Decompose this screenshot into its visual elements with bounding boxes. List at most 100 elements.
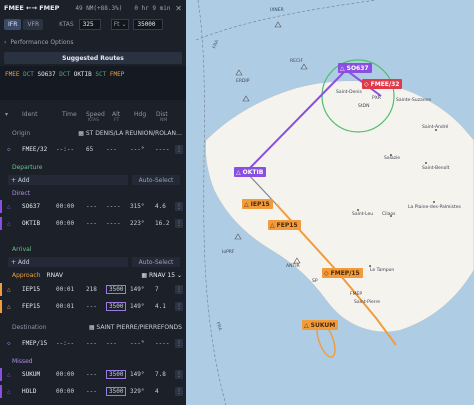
missed-section-header: Missed xyxy=(12,358,33,365)
town-label-plaine: La Plaine-des-Palmistes xyxy=(408,205,461,210)
leg-time: 00:01 xyxy=(56,286,75,293)
leg-row[interactable]: △ IEP15 00:01 218 3500 149° 7 ⋮ xyxy=(0,283,186,296)
distance-info: 49 NM(+88.3%) xyxy=(75,4,123,12)
waypoint-icon: △ xyxy=(340,64,345,72)
row-menu-icon[interactable]: ⋮ xyxy=(175,202,183,211)
performance-options-label: Performance Options xyxy=(10,38,74,46)
town-dot xyxy=(433,201,435,203)
col-speed-unit: KTAS xyxy=(88,118,99,123)
row-menu-icon[interactable]: ⋮ xyxy=(175,145,183,154)
leg-dist: 4 xyxy=(155,388,159,395)
leg-color-bar xyxy=(0,217,2,230)
leg-hdg: 223° xyxy=(130,220,145,227)
town-label-stdenis: Saint-Denis xyxy=(336,90,362,95)
map-tag-fmep[interactable]: ◇ FMEP/15 xyxy=(322,268,363,278)
row-menu-icon[interactable]: ⋮ xyxy=(175,387,183,396)
origin-leg-row[interactable]: ◇ FMEE/32 --:-- 65 --- ---° ---- ⋮ xyxy=(0,143,186,156)
route-kw3: SCT xyxy=(95,71,107,78)
flight-plan-panel: FMEE ←→ FMEP 49 NM(+88.3%) 0 hr 9 min ✕ … xyxy=(0,0,186,405)
vfr-toggle[interactable]: VFR xyxy=(23,18,44,30)
map-tag-oktib[interactable]: △ OKTIB xyxy=(234,167,267,177)
arrival-autoselect-button[interactable]: Auto-Select xyxy=(132,257,180,267)
origin-section-header[interactable]: Origin ▦ ST DENIS/LA REUNION/ROLAN… xyxy=(0,128,186,139)
row-menu-icon[interactable]: ⋮ xyxy=(175,370,183,379)
ktas-input[interactable]: 325 xyxy=(78,18,101,30)
map-tag-fmee[interactable]: ◇ FMEE/32 xyxy=(362,79,403,89)
departure-autoselect-button[interactable]: Auto-Select xyxy=(132,175,180,185)
destination-section-header[interactable]: Destination ▦ SAINT PIERRE/PIERREFONDS xyxy=(0,322,186,333)
row-menu-icon[interactable]: ⋮ xyxy=(175,285,183,294)
approach-procedure[interactable]: ▦ RNAV 15 ⌄ xyxy=(141,272,182,279)
route-string[interactable]: FMEE DCT SO637 DCT OKTIB SCT FMEP xyxy=(0,66,186,100)
leg-alt: 3500 xyxy=(106,387,127,396)
airport-diamond-icon: ◇ xyxy=(324,269,329,277)
leg-ident: SO637 xyxy=(22,203,41,210)
leg-dist: 7 xyxy=(155,286,159,293)
ifr-toggle[interactable]: IFR xyxy=(4,18,22,30)
map-tag-iep15[interactable]: △ IEP15 xyxy=(242,199,273,209)
leg-time: 00:00 xyxy=(56,371,75,378)
panel-header: FMEE ←→ FMEP 49 NM(+88.3%) 0 hr 9 min ✕ xyxy=(0,0,186,16)
departure-add-button[interactable]: + Add xyxy=(8,175,128,185)
waypoint-icon: △ xyxy=(7,388,11,395)
waypoint-icon: △ xyxy=(7,286,11,293)
town-label-standre: Saint-André xyxy=(422,125,449,130)
close-icon[interactable]: ✕ xyxy=(175,4,182,13)
navaid-label-sp: SP xyxy=(312,279,318,284)
leg-alt: ---- xyxy=(106,220,121,227)
leg-ident: HOLD xyxy=(22,388,37,395)
leg-row[interactable]: △ SUKUM 00:00 --- 3500 149° 7.8 ⋮ xyxy=(0,368,186,381)
waypoint-marker xyxy=(242,95,250,102)
approach-section-header[interactable]: Approach RNAV ▦ RNAV 15 ⌄ xyxy=(0,270,186,281)
leg-row[interactable]: △ FEP15 00:01 --- 3500 149° 4.1 ⋮ xyxy=(0,300,186,313)
performance-options-toggle[interactable]: › Performance Options xyxy=(0,37,186,47)
waypoint-marker xyxy=(274,21,282,28)
map-view[interactable]: △ SO637 ◇ FMEE/32 △ OKTIB △ IEP15 △ FEP15 ◇ FM… xyxy=(186,0,474,405)
waypoint-icon: △ xyxy=(7,203,11,210)
approach-label: Approach xyxy=(12,272,41,279)
map-tag-sukum[interactable]: △ SUKUM xyxy=(302,320,339,330)
town-label-salazie: Salazie xyxy=(384,156,401,161)
leg-time: 00:00 xyxy=(56,220,75,227)
route-kw1: DCT xyxy=(23,71,34,78)
row-menu-icon[interactable]: ⋮ xyxy=(175,339,183,348)
leg-row[interactable]: △ HOLD 00:00 --- 3500 329° 4 ⋮ xyxy=(0,385,186,398)
waypoint-marker xyxy=(300,63,308,70)
suggested-routes-button[interactable]: Suggested Routes xyxy=(4,52,182,64)
town-dot xyxy=(357,209,359,211)
destination-leg-row[interactable]: ◇ FMEP/15 --:-- --- --- ---° ---- ⋮ xyxy=(0,337,186,350)
map-tag-fep15[interactable]: △ FEP15 xyxy=(268,220,301,230)
arrival-add-button[interactable]: + Add xyxy=(8,257,128,267)
waypoint-label-ioprf: IoPRF xyxy=(222,250,235,255)
town-dot xyxy=(425,162,427,164)
col-ident: Ident xyxy=(22,111,38,118)
leg-hdg: 149° xyxy=(130,286,145,293)
leg-alt: ---- xyxy=(106,203,121,210)
collapse-all-icon[interactable]: ▾ xyxy=(5,111,8,118)
map-canvas xyxy=(195,0,474,405)
leg-color-bar xyxy=(0,283,2,296)
leg-dist: 16.2 xyxy=(155,220,170,227)
leg-alt: 3500 xyxy=(106,285,127,294)
leg-alt: 3500 xyxy=(106,370,127,379)
leg-row[interactable]: △ OKTIB 00:00 --- ---- 223° 16.2 ⋮ xyxy=(0,217,186,230)
leg-time: 00:00 xyxy=(56,388,75,395)
row-menu-icon[interactable]: ⋮ xyxy=(175,302,183,311)
airport-diamond-icon: ◇ xyxy=(7,340,11,347)
row-menu-icon[interactable]: ⋮ xyxy=(175,219,183,228)
route-title: FMEE ←→ FMEP xyxy=(4,4,59,12)
map-tag-so637[interactable]: △ SO637 xyxy=(338,63,372,73)
altitude-unit-select[interactable]: Ft ⌄ xyxy=(110,18,130,30)
fir-boundary-north xyxy=(195,0,377,41)
col-alt: Alt xyxy=(112,111,121,118)
leg-time: 00:01 xyxy=(56,303,75,310)
route-arrow: ←→ xyxy=(26,4,37,12)
col-speed: Speed xyxy=(86,111,105,118)
waypoint-label-antir: ANTIR xyxy=(286,264,300,269)
leg-speed: --- xyxy=(86,220,97,227)
destination-label: Destination xyxy=(12,324,47,331)
altitude-input[interactable]: 35000 xyxy=(133,18,164,30)
leg-row[interactable]: △ SO637 00:00 --- ---- 315° 4.6 ⋮ xyxy=(0,200,186,213)
chevron-right-icon: › xyxy=(4,38,7,46)
waypoint-label-ixner: IXNER xyxy=(270,8,284,13)
